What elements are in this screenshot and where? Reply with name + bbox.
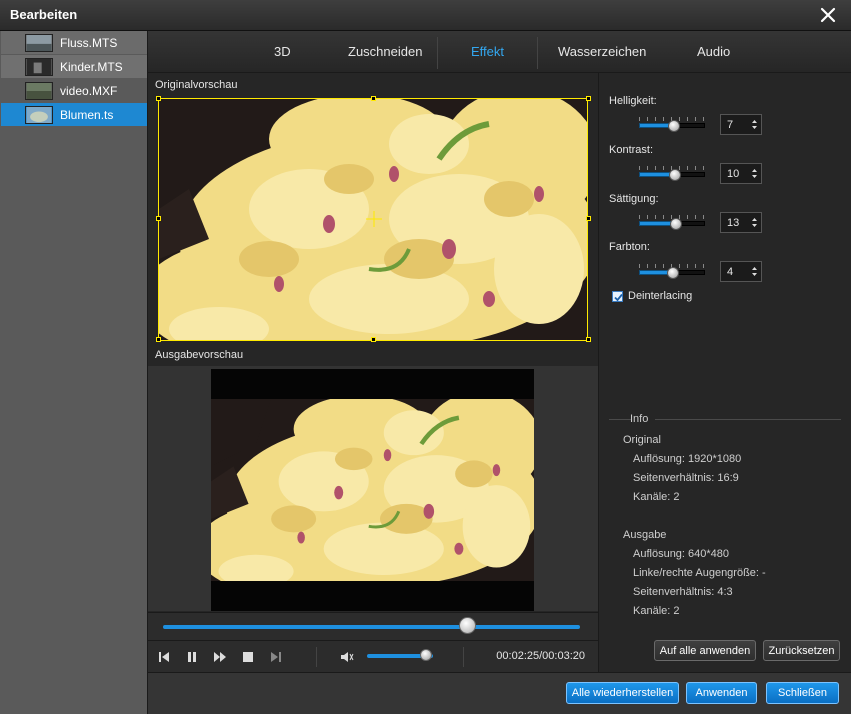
crop-handle[interactable] [586,216,591,221]
spin-arrows-icon[interactable] [751,216,758,229]
crop-handle[interactable] [156,337,161,342]
hue-label: Farbton: [609,241,650,253]
saturation-label: Sättigung: [609,193,659,205]
brightness-slider-handle[interactable] [668,120,680,132]
output-video-frame [211,399,534,581]
tab-audio[interactable]: Audio [697,44,730,59]
brightness-spinbox[interactable]: 7 [720,114,762,135]
time-display: 00:02:25/00:03:20 [496,650,585,662]
file-name: Fluss.MTS [60,35,118,50]
hue-spinbox[interactable]: 4 [720,261,762,282]
volume-icon[interactable] [339,649,355,665]
output-heading: Ausgabe [623,529,667,541]
skip-end-icon[interactable] [268,649,284,665]
output-letterbox [211,369,534,611]
video-thumbnail [25,33,53,52]
video-thumbnail [25,105,53,124]
tab-bar: 3D Zuschneiden Effekt Wasserzeichen Audi… [148,31,851,73]
spin-arrows-icon[interactable] [751,265,758,278]
original-aspect: Seitenverhältnis: 16:9 [633,472,739,484]
progress-handle[interactable] [459,617,477,634]
output-channels: Kanäle: 2 [633,605,680,617]
crop-handle[interactable] [156,216,161,221]
file-name: video.MXF [60,83,118,98]
original-preview[interactable] [158,98,588,341]
divider [463,647,464,667]
tab-effekt[interactable]: Effekt [471,44,504,59]
close-icon[interactable] [819,6,837,24]
divider [655,419,841,420]
brightness-value: 7 [727,119,734,131]
divider [316,647,317,667]
crop-handle[interactable] [371,337,376,342]
tab-zuschneiden[interactable]: Zuschneiden [348,44,422,59]
saturation-value: 13 [727,217,740,229]
tab-divider [537,37,538,69]
original-resolution: Auflösung: 1920*1080 [633,453,742,465]
title-bar: Bearbeiten [0,0,851,31]
file-list: Fluss.MTS Kinder.MTS video.MXF Blumen.ts [0,31,148,714]
skip-start-icon[interactable] [156,649,172,665]
progress-bar [148,612,598,640]
output-resolution: Auflösung: 640*480 [633,548,730,560]
restore-all-button[interactable]: Alle wiederherstellen [566,682,679,704]
spin-arrows-icon[interactable] [751,118,758,131]
file-item-kinder[interactable]: Kinder.MTS [1,55,147,78]
crop-handle[interactable] [586,337,591,342]
file-name: Kinder.MTS [60,59,123,74]
video-thumbnail [25,81,53,100]
file-item-blumen[interactable]: Blumen.ts [1,103,147,126]
original-preview-label: Originalvorschau [155,79,238,91]
brightness-slider-track[interactable] [676,123,705,128]
contrast-slider-handle[interactable] [669,169,681,181]
contrast-value: 10 [727,168,740,180]
info-title: Info [630,413,649,425]
contrast-spinbox[interactable]: 10 [720,163,762,184]
pause-icon[interactable] [184,649,200,665]
tab-wasserzeichen[interactable]: Wasserzeichen [558,44,646,59]
apply-all-button[interactable]: Auf alle anwenden [654,640,756,661]
divider [609,419,631,420]
hue-slider-handle[interactable] [667,267,679,279]
fast-forward-icon[interactable] [212,649,228,665]
video-thumbnail [25,57,53,76]
original-heading: Original [623,434,661,446]
file-item-fluss[interactable]: Fluss.MTS [1,31,147,54]
checkmark-icon [614,293,623,301]
crop-handle[interactable] [371,96,376,101]
effects-panel: Helligkeit: 7 Kontrast: 10 Sättigung: 13… [598,73,851,672]
progress-track[interactable] [163,625,580,629]
deinterlacing-option[interactable]: Deinterlacing [612,290,692,302]
file-name: Blumen.ts [60,107,114,122]
volume-handle[interactable] [420,649,433,661]
crop-center-icon [366,211,382,227]
reset-button[interactable]: Zurücksetzen [763,640,840,661]
tab-3d[interactable]: 3D [274,44,291,59]
footer-bar: Alle wiederherstellen Anwenden Schließen [148,672,851,714]
window-title: Bearbeiten [10,7,78,22]
saturation-slider-handle[interactable] [670,218,682,230]
crop-handle[interactable] [156,96,161,101]
spin-arrows-icon[interactable] [751,167,758,180]
crop-handle[interactable] [586,96,591,101]
hue-value: 4 [727,266,734,278]
preview-area: Originalvorschau Ausgabevorschau [148,73,598,640]
output-aspect: Seitenverhältnis: 4:3 [633,586,733,598]
deinterlacing-checkbox[interactable] [612,290,623,302]
stop-icon[interactable] [240,649,256,665]
output-preview-label: Ausgabevorschau [155,349,244,361]
player-controls: 00:02:25/00:03:20 [148,640,598,672]
output-preview [148,366,598,611]
output-eye-size: Linke/rechte Augengröße: - [633,567,766,579]
tab-divider [437,37,438,69]
contrast-label: Kontrast: [609,144,654,156]
apply-button[interactable]: Anwenden [686,682,757,704]
deinterlacing-label: Deinterlacing [628,290,693,302]
original-channels: Kanäle: 2 [633,491,680,503]
brightness-label: Helligkeit: [609,95,657,107]
file-item-video[interactable]: video.MXF [1,79,147,102]
saturation-spinbox[interactable]: 13 [720,212,762,233]
close-button[interactable]: Schließen [766,682,839,704]
